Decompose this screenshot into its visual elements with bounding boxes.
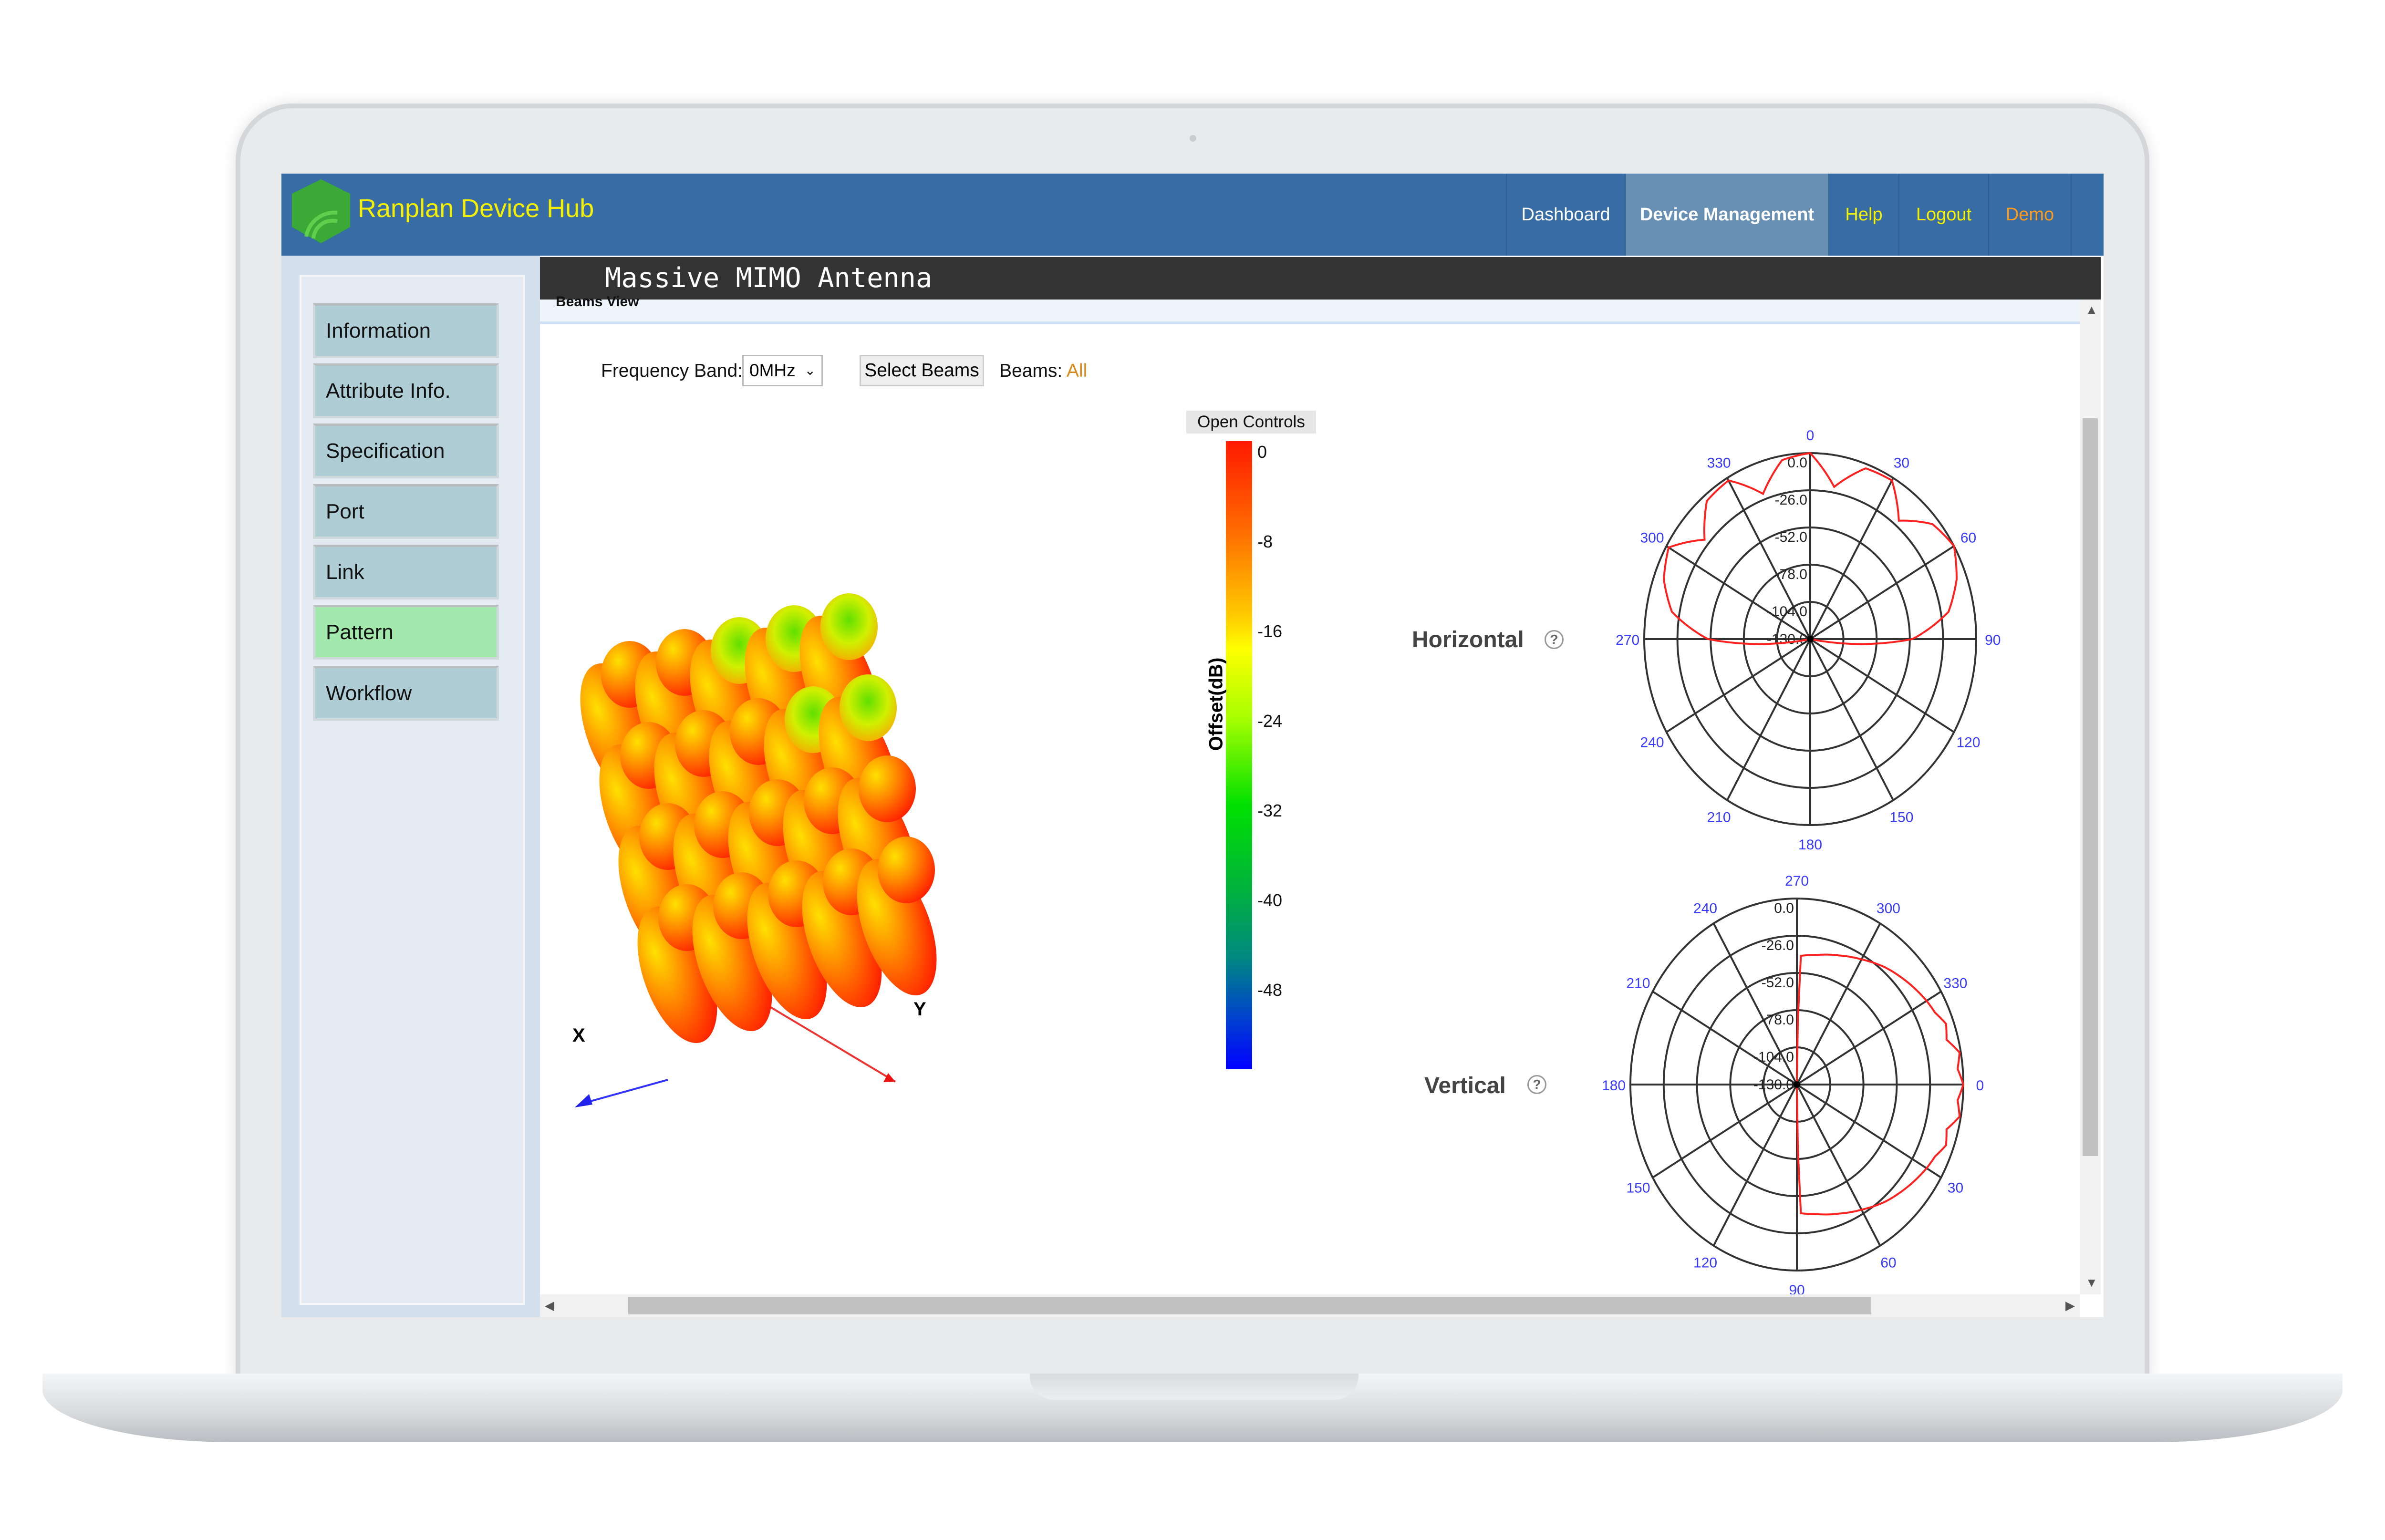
horizontal-scrollbar-thumb[interactable] — [628, 1297, 1871, 1314]
polar-center — [1794, 1081, 1800, 1088]
app-screen: Ranplan Device Hub Dashboard Device Mana… — [281, 174, 2104, 1317]
ring-label: -130.0 — [1753, 1077, 1794, 1093]
angle-label: 330 — [1943, 976, 1967, 992]
angle-label: 240 — [1693, 900, 1717, 916]
ring-label: -104.0 — [1767, 604, 1807, 620]
polar-spoke — [1796, 923, 1881, 1085]
angle-label: 120 — [1693, 1255, 1717, 1271]
angle-label: 0 — [1806, 428, 1815, 444]
polar-spoke — [1726, 639, 1811, 801]
angle-label: 210 — [1627, 976, 1650, 992]
angle-label: 330 — [1707, 455, 1731, 471]
vertical-polar-chart: 03060901201501802102402703003300.0-26.0-… — [1602, 873, 1984, 1298]
ring-label: -26.0 — [1762, 938, 1794, 953]
angle-label: 240 — [1640, 735, 1664, 751]
ring-label: -130.0 — [1767, 631, 1807, 647]
ring-label: -52.0 — [1762, 975, 1794, 991]
angle-label: 180 — [1798, 837, 1822, 853]
angle-label: 300 — [1877, 900, 1900, 916]
angle-label: 90 — [1985, 632, 2001, 648]
horizontal-polar-chart: 0306090120150180210240270300330 0.0-26.0-… — [1616, 428, 2001, 853]
ring-label: -26.0 — [1775, 492, 1807, 508]
angle-label: 210 — [1707, 810, 1731, 826]
scroll-left-icon[interactable]: ◀ — [545, 1298, 554, 1313]
webcam — [1190, 135, 1196, 142]
scroll-up-icon[interactable]: ▲ — [2085, 302, 2098, 317]
laptop-notch — [1030, 1374, 1358, 1400]
ring-label: -52.0 — [1775, 529, 1807, 545]
scroll-down-icon[interactable]: ▼ — [2085, 1275, 2098, 1290]
ring-label: -78.0 — [1762, 1012, 1794, 1028]
polar-spoke — [1796, 1084, 1942, 1178]
polar-spoke — [1809, 639, 1894, 801]
ring-label: -78.0 — [1775, 567, 1807, 582]
angle-label: 120 — [1956, 735, 1980, 751]
angle-label: 150 — [1889, 810, 1913, 826]
polar-spoke — [1796, 991, 1942, 1085]
polar-spoke — [1809, 477, 1894, 640]
angle-label: 60 — [1880, 1255, 1896, 1271]
polar-charts: 0306090120150180210240270300330 0.0-26.0-… — [1602, 428, 2001, 1298]
polar-spoke — [1652, 991, 1798, 1085]
angle-label: 270 — [1785, 873, 1809, 889]
angle-label: 270 — [1616, 632, 1639, 648]
ring-label: 0.0 — [1774, 900, 1794, 916]
angle-label: 300 — [1640, 530, 1664, 546]
angle-label: 30 — [1948, 1180, 1963, 1196]
angle-label: 0 — [1976, 1078, 1984, 1094]
polar-center — [1807, 636, 1814, 642]
scroll-right-icon[interactable]: ▶ — [2065, 1298, 2075, 1313]
polar-spoke — [1809, 638, 1955, 733]
angle-label: 60 — [1960, 530, 1976, 546]
angle-label: 30 — [1894, 455, 1909, 471]
polar-spoke — [1666, 638, 1811, 733]
angle-label: 180 — [1602, 1078, 1626, 1094]
polar-spoke — [1712, 1084, 1798, 1246]
ring-label: -104.0 — [1753, 1049, 1794, 1065]
polar-spoke — [1796, 1084, 1881, 1246]
polar-spoke — [1652, 1084, 1798, 1178]
vertical-scrollbar-thumb[interactable] — [2083, 418, 2098, 1156]
angle-label: 150 — [1627, 1180, 1650, 1196]
